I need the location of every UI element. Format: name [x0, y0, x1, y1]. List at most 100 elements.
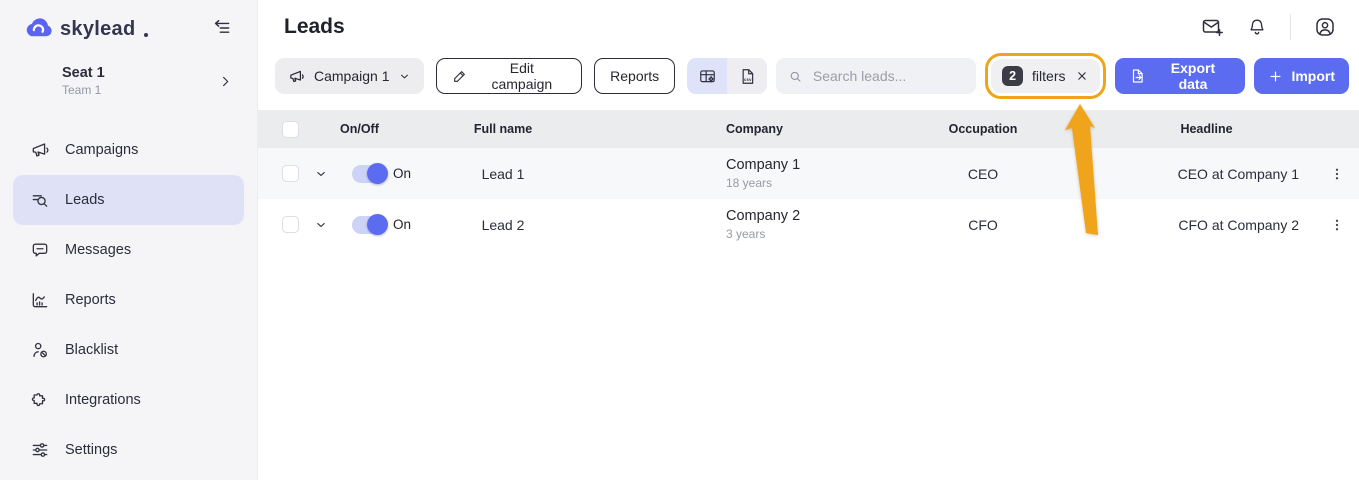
leads-search-icon — [30, 190, 50, 210]
lead-occupation: CEO — [868, 148, 1098, 199]
search-icon — [788, 68, 803, 85]
row-checkbox[interactable] — [282, 216, 299, 233]
megaphone-icon — [288, 68, 305, 85]
edit-campaign-button[interactable]: Edit campaign — [436, 58, 582, 94]
toggle-state-label: On — [393, 217, 411, 232]
page-title: Leads — [284, 15, 345, 39]
select-all-checkbox[interactable] — [282, 121, 299, 138]
column-header-company: Company — [698, 110, 868, 148]
topbar: Leads — [258, 0, 1359, 40]
logo-text: skylead — [60, 19, 136, 39]
user-avatar-icon — [1313, 15, 1337, 39]
sidebar-item-campaigns[interactable]: Campaigns — [13, 125, 244, 175]
mail-plus-icon — [1200, 15, 1224, 39]
table-row: On Lead 2 Company 2 3 years CFO CFO at C… — [258, 199, 1359, 250]
sidebar-item-messages[interactable]: Messages — [13, 225, 244, 275]
chevron-down-icon — [314, 218, 328, 232]
search-input[interactable] — [811, 67, 964, 85]
toggle-knob — [367, 214, 388, 235]
logo-dot — [144, 33, 148, 37]
message-icon — [30, 240, 50, 260]
account-button[interactable] — [1313, 15, 1337, 39]
lead-occupation: CFO — [868, 199, 1098, 250]
table-header-row: On/Off Full name Company Occupation Head… — [258, 110, 1359, 148]
sidebar-item-leads[interactable]: Leads — [13, 175, 244, 225]
filters-chip-label: filters — [1032, 68, 1065, 84]
lead-full-name: Lead 1 — [438, 148, 568, 199]
column-header-onoff: On/Off — [338, 110, 438, 148]
lead-company-tenure: 3 years — [726, 227, 800, 242]
lead-headline: CFO at Company 2 — [1098, 199, 1315, 250]
filters-count-badge: 2 — [1002, 66, 1023, 86]
sidebar-menu: Campaigns Leads Messages Reports — [0, 125, 257, 475]
reports-button-label: Reports — [610, 68, 659, 84]
sidebar-item-settings[interactable]: Settings — [13, 425, 244, 475]
new-message-button[interactable] — [1200, 15, 1224, 39]
toggle-state-label: On — [393, 166, 411, 181]
row-menu-button[interactable] — [1329, 166, 1345, 182]
collapse-sidebar-button[interactable] — [212, 18, 232, 38]
campaign-selector-label: Campaign 1 — [314, 68, 389, 84]
puzzle-icon — [30, 390, 50, 410]
leads-table: On/Off Full name Company Occupation Head… — [258, 110, 1359, 250]
csv-view-toggle[interactable]: csv — [727, 58, 767, 94]
column-header-full-name: Full name — [438, 110, 568, 148]
export-data-button[interactable]: Export data — [1115, 58, 1246, 94]
chevron-right-icon — [218, 74, 233, 89]
expand-row-button[interactable] — [314, 167, 328, 181]
sidebar: skylead Seat 1 Team 1 — [0, 0, 258, 480]
lead-full-name: Lead 2 — [438, 199, 568, 250]
clear-filters-icon[interactable] — [1075, 69, 1089, 83]
lead-on-off-toggle[interactable] — [352, 216, 386, 234]
edit-campaign-label: Edit campaign — [477, 60, 566, 92]
filters-highlight-ring: 2 filters — [985, 53, 1105, 99]
reports-chart-icon — [30, 290, 50, 310]
import-button[interactable]: Import — [1254, 58, 1349, 94]
chevron-down-icon — [314, 167, 328, 181]
sidebar-item-integrations[interactable]: Integrations — [13, 375, 244, 425]
sidebar-item-label: Settings — [65, 442, 117, 458]
row-menu-button[interactable] — [1329, 217, 1345, 233]
main-content: Leads Campaign 1 — [258, 0, 1359, 480]
lead-company-tenure: 18 years — [726, 176, 800, 191]
sidebar-item-label: Reports — [65, 292, 116, 308]
bell-icon — [1246, 16, 1268, 38]
column-header-headline: Headline — [1098, 110, 1315, 148]
reports-button[interactable]: Reports — [594, 58, 675, 94]
megaphone-icon — [30, 140, 50, 160]
collapse-sidebar-icon — [212, 18, 232, 38]
notifications-button[interactable] — [1246, 16, 1268, 38]
chevron-down-icon — [398, 70, 411, 83]
export-data-label: Export data — [1154, 60, 1231, 92]
sidebar-item-blacklist[interactable]: Blacklist — [13, 325, 244, 375]
row-checkbox[interactable] — [282, 165, 299, 182]
expand-row-button[interactable] — [314, 218, 328, 232]
toggle-knob — [367, 163, 388, 184]
csv-file-icon: csv — [738, 67, 757, 86]
skylead-logo-icon — [24, 16, 53, 39]
table-view-toggle[interactable] — [687, 58, 727, 94]
filters-chip[interactable]: 2 filters — [991, 59, 1099, 93]
search-box — [776, 58, 976, 94]
kebab-menu-icon — [1329, 217, 1345, 233]
app-root: skylead Seat 1 Team 1 — [0, 0, 1359, 480]
sidebar-item-label: Campaigns — [65, 142, 138, 158]
column-header-occupation: Occupation — [868, 110, 1098, 148]
sidebar-item-label: Blacklist — [65, 342, 118, 358]
lead-company: Company 1 — [726, 156, 800, 174]
sidebar-header: skylead — [0, 0, 257, 39]
sidebar-item-reports[interactable]: Reports — [13, 275, 244, 325]
import-label: Import — [1291, 68, 1335, 84]
campaign-selector[interactable]: Campaign 1 — [275, 58, 424, 94]
skylead-logo[interactable]: skylead — [24, 16, 148, 39]
lead-on-off-toggle[interactable] — [352, 165, 386, 183]
table-row: On Lead 1 Company 1 18 years CEO CEO at … — [258, 148, 1359, 199]
plus-icon — [1268, 69, 1283, 84]
seat-selector[interactable]: Seat 1 Team 1 — [62, 65, 233, 97]
sidebar-item-label: Messages — [65, 242, 131, 258]
sidebar-item-label: Integrations — [65, 392, 141, 408]
toolbar: Campaign 1 Edit campaign Reports — [258, 54, 1359, 98]
svg-text:csv: csv — [744, 76, 752, 81]
pencil-icon — [452, 68, 468, 84]
kebab-menu-icon — [1329, 166, 1345, 182]
